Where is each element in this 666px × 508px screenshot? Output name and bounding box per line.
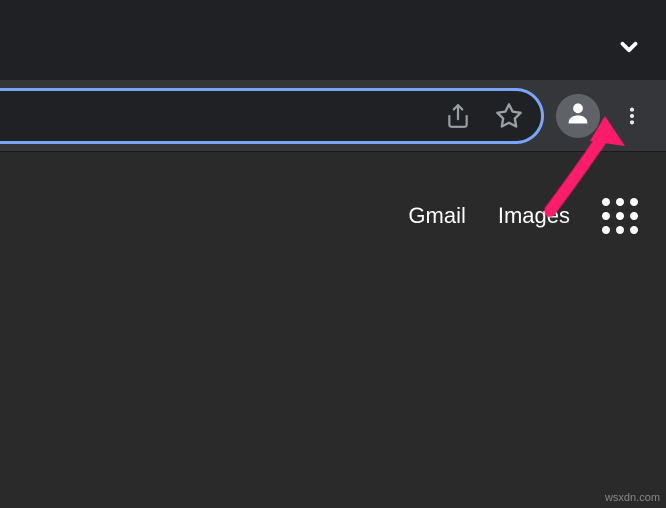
page-content: Gmail Images: [0, 152, 666, 508]
gmail-link[interactable]: Gmail: [408, 203, 465, 229]
share-icon: [445, 103, 471, 129]
user-icon: [564, 99, 592, 132]
bookmark-button[interactable]: [495, 102, 523, 130]
profile-button[interactable]: [556, 94, 600, 138]
browser-toolbar: [0, 80, 666, 152]
kebab-menu-icon: [621, 105, 643, 127]
apps-grid-icon: [602, 198, 610, 206]
tab-strip: [0, 0, 666, 80]
google-apps-button[interactable]: [602, 198, 638, 234]
watermark-text: wsxdn.com: [605, 492, 660, 504]
header-links: Gmail Images: [408, 198, 638, 234]
address-bar[interactable]: [0, 88, 544, 144]
browser-menu-button[interactable]: [612, 96, 652, 136]
share-button[interactable]: [445, 103, 471, 129]
chevron-down-icon: [616, 34, 642, 60]
tabs-dropdown-button[interactable]: [616, 34, 642, 65]
star-icon: [495, 102, 523, 130]
images-link[interactable]: Images: [498, 203, 570, 229]
